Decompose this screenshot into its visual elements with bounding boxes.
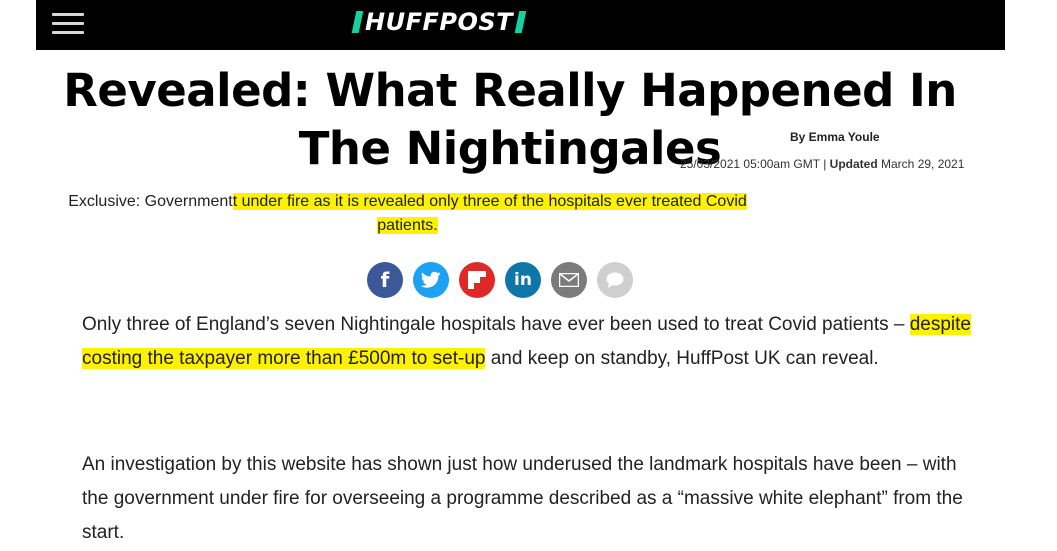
share-linkedin-button[interactable]: in (505, 262, 541, 298)
flipboard-icon (468, 271, 486, 289)
paragraph-text: and keep on standby, HuffPost UK can rev… (485, 348, 879, 369)
menu-icon[interactable] (52, 13, 84, 35)
subheadline-highlight: t under fire as it is revealed only thre… (232, 193, 747, 234)
facebook-icon: f (380, 268, 390, 292)
article-paragraph: Only three of England’s seven Nightingal… (82, 308, 982, 376)
share-comment-button[interactable] (597, 262, 633, 298)
share-flipboard-button[interactable] (459, 262, 495, 298)
logo-accent-right (514, 11, 527, 33)
email-icon (559, 273, 579, 287)
share-twitter-button[interactable] (413, 262, 449, 298)
article-paragraph: An investigation by this website has sho… (82, 454, 963, 543)
subheadline-text: Exclusive: Government (68, 193, 233, 210)
comment-icon (606, 272, 624, 288)
logo-accent-left (351, 11, 364, 33)
huffpost-logo[interactable]: HUFFPOST (351, 8, 527, 36)
updated-label: Updated (829, 157, 878, 171)
share-bar: f in (367, 262, 633, 298)
top-nav-bar: HUFFPOST (36, 0, 1005, 50)
author-byline[interactable]: By Emma Youle (790, 130, 880, 144)
article-subheadline: Exclusive: Governmentt under fire as it … (40, 190, 775, 238)
twitter-icon (421, 271, 441, 288)
paragraph-text: Only three of England’s seven Nightingal… (82, 314, 910, 335)
share-email-button[interactable] (551, 262, 587, 298)
share-facebook-button[interactable]: f (367, 262, 403, 298)
linkedin-icon: in (514, 270, 532, 290)
logo-text: HUFFPOST (365, 8, 514, 36)
published-date: 25/03/2021 05:00am GMT (680, 157, 820, 171)
article-timestamp: 25/03/2021 05:00am GMT | Updated March 2… (680, 157, 965, 171)
updated-date: March 29, 2021 (881, 157, 965, 171)
